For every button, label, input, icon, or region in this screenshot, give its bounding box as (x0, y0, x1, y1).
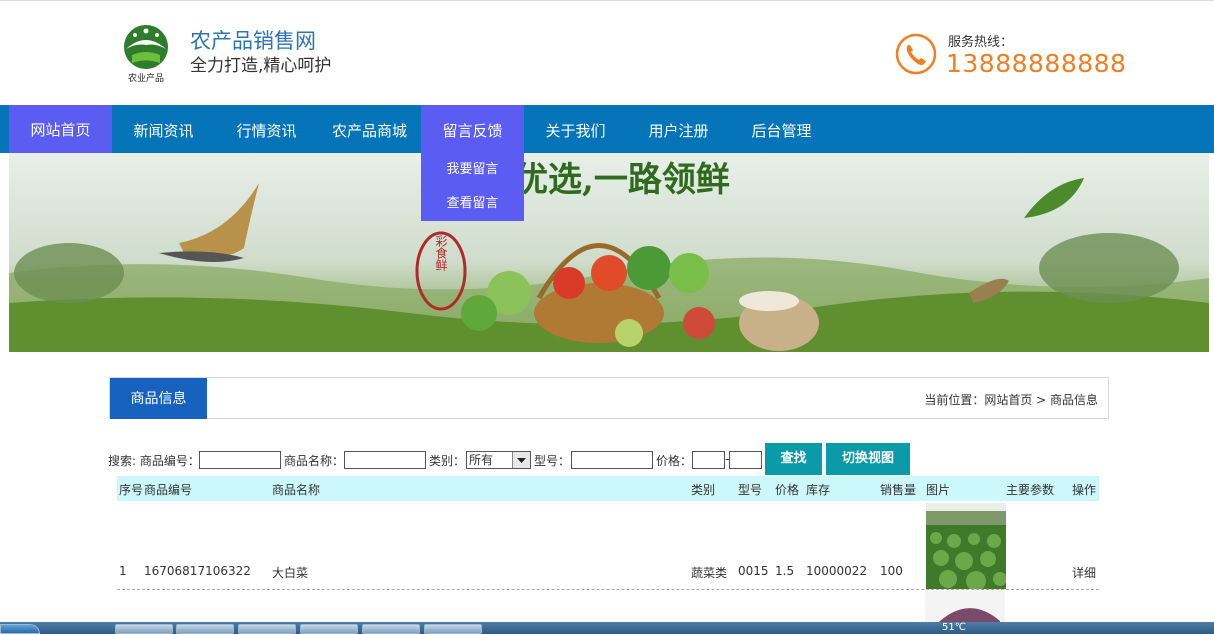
nav-item-about[interactable]: 关于我们 (524, 105, 627, 153)
cell-name: 大白菜 (272, 566, 309, 580)
nav-item-admin[interactable]: 后台管理 (730, 105, 833, 153)
nav-item-shop[interactable]: 农产品商城 (318, 105, 421, 153)
banner-seal: 彩食鲜 (434, 235, 448, 272)
nav-item-register[interactable]: 用户注册 (627, 105, 730, 153)
taskbar-app-1[interactable] (115, 624, 173, 634)
search-model-label: 型号： (534, 454, 571, 468)
taskbar-app-2[interactable] (176, 624, 234, 634)
price-max-input[interactable] (729, 451, 762, 469)
search-category-label: 类别： (429, 454, 466, 468)
feedback-dropdown: 我要留言 查看留言 (421, 153, 524, 221)
taskbar-app-6[interactable] (424, 624, 482, 634)
search-price-label: 价格： (656, 454, 693, 468)
phone-icon (895, 33, 937, 75)
search-button[interactable]: 查找 (765, 443, 822, 475)
logo-text: 农业产品 (128, 72, 164, 83)
main-nav: 网站首页 新闻资讯 行情资讯 农产品商城 留言反馈 关于我们 用户注册 后台管理 (0, 105, 1214, 154)
col-action: 操作 (1072, 483, 1097, 497)
search-name-label: 商品名称： (284, 454, 345, 468)
col-code: 商品编号 (144, 483, 193, 497)
hotline-label: 服务热线： (948, 35, 1014, 50)
nav-item-feedback[interactable]: 留言反馈 (421, 105, 524, 153)
cell-no: 1 (119, 564, 127, 578)
category-select-value: 所有 (469, 453, 494, 467)
chevron-down-icon (512, 452, 530, 468)
product-name-input[interactable] (344, 451, 426, 469)
site-slogan: 全力打造,精心呵护 (190, 56, 332, 76)
detail-link[interactable]: 详细 (1072, 564, 1096, 581)
cell-code: 16706817106322 (144, 564, 251, 578)
col-image: 图片 (926, 483, 951, 497)
table-row: 1 16706817106322 大白菜 蔬菜类 0015 1.5 100000… (117, 501, 1099, 590)
category-select[interactable]: 所有 (466, 451, 531, 469)
cell-sales: 100 (880, 564, 903, 578)
start-button[interactable] (0, 624, 40, 634)
section-tab[interactable]: 商品信息 (110, 378, 207, 419)
hero-banner: 优选,一路领鲜 彩食鲜 (9, 153, 1209, 352)
col-category: 类别 (691, 483, 716, 497)
site-logo[interactable]: 农业产品 (120, 25, 172, 83)
cell-price: 1.5 (775, 564, 795, 578)
col-params: 主要参数 (1006, 483, 1055, 497)
banner-headline: 优选,一路领鲜 (514, 160, 730, 200)
banner-image: 优选,一路领鲜 彩食鲜 (9, 153, 1209, 352)
table-header: 序号 商品编号 商品名称 类别 型号 价格 库存 销售量 图片 主要参数 操作 (117, 476, 1099, 501)
cell-stock: 10000022 (806, 564, 868, 578)
search-bar: 搜索: 商品编号： 商品名称： 类别： 所有 型号： 价格： - 查找 切换视图 (108, 443, 1108, 475)
price-min-input[interactable] (692, 451, 725, 469)
cell-category: 蔬菜类 (691, 566, 728, 580)
col-model: 型号 (738, 483, 763, 497)
taskbar-temperature: 51℃ (942, 622, 966, 633)
search-code-label: 搜索: 商品编号： (108, 454, 200, 468)
product-image[interactable] (926, 503, 1006, 589)
breadcrumb: 当前位置：网站首页 > 商品信息 (924, 393, 1098, 407)
col-no: 序号 (119, 483, 144, 497)
product-table: 序号 商品编号 商品名称 类别 型号 价格 库存 销售量 图片 主要参数 操作 … (117, 476, 1099, 590)
site-header: 农业产品 农产品销售网 全力打造,精心呵护 服务热线： 13888888888 (0, 0, 1214, 105)
taskbar-app-4[interactable] (300, 624, 358, 634)
dropdown-item-leave-message[interactable]: 我要留言 (421, 153, 524, 187)
section-header: 商品信息 当前位置：网站首页 > 商品信息 (109, 377, 1109, 419)
model-input[interactable] (571, 451, 653, 469)
taskbar-app-5[interactable] (362, 624, 420, 634)
hotline-number: 13888888888 (946, 49, 1127, 78)
col-stock: 库存 (806, 483, 831, 497)
col-sales: 销售量 (880, 483, 917, 497)
nav-item-news[interactable]: 新闻资讯 (112, 105, 215, 153)
switch-view-button[interactable]: 切换视图 (826, 443, 910, 475)
taskbar-app-3[interactable] (238, 624, 296, 634)
product-code-input[interactable] (199, 451, 281, 469)
nav-item-market[interactable]: 行情资讯 (215, 105, 318, 153)
dropdown-item-view-messages[interactable]: 查看留言 (421, 187, 524, 221)
cell-model: 0015 (738, 564, 769, 578)
col-price: 价格 (775, 483, 800, 497)
nav-item-home[interactable]: 网站首页 (9, 105, 112, 154)
col-name: 商品名称 (272, 483, 321, 497)
